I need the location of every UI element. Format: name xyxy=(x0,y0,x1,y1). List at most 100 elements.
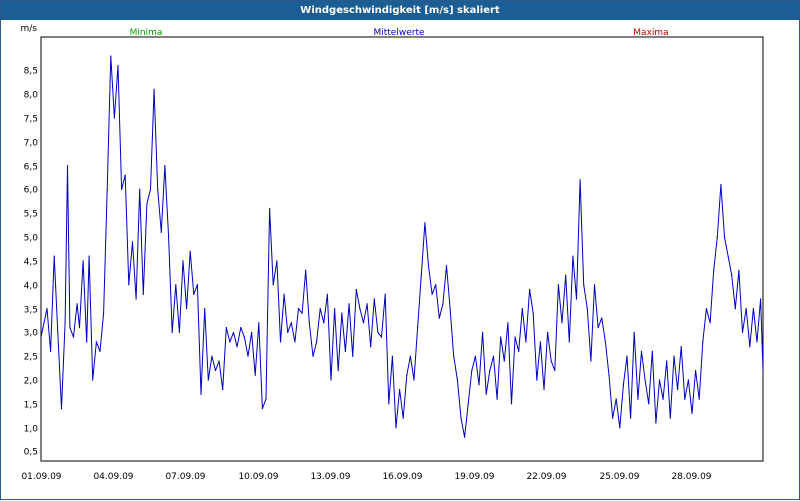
y-tick-label: 3,5 xyxy=(24,306,38,316)
data-point xyxy=(762,369,764,372)
data-point xyxy=(612,417,614,419)
data-point xyxy=(399,388,401,391)
data-point xyxy=(344,350,346,352)
data-point xyxy=(214,369,217,372)
data-point xyxy=(200,393,202,395)
data-point xyxy=(518,350,520,352)
data-point xyxy=(669,417,671,419)
x-tick-label: 01.09.09 xyxy=(21,472,61,482)
y-tick-label: 2,0 xyxy=(24,377,39,387)
data-point xyxy=(453,355,455,357)
data-point xyxy=(377,331,379,333)
data-point xyxy=(88,255,90,257)
data-point xyxy=(99,350,101,352)
data-point xyxy=(240,327,242,329)
data-point xyxy=(391,355,393,357)
data-point xyxy=(420,274,422,276)
data-point xyxy=(698,398,700,400)
data-point xyxy=(82,260,84,262)
data-point xyxy=(362,322,365,324)
data-point xyxy=(236,346,238,348)
data-point xyxy=(503,360,505,362)
data-point xyxy=(413,379,415,381)
data-point xyxy=(575,298,578,300)
data-point xyxy=(337,369,339,372)
data-point xyxy=(406,374,408,376)
data-point xyxy=(305,269,307,271)
data-point xyxy=(182,260,184,262)
data-point xyxy=(622,384,625,386)
data-point xyxy=(507,322,509,324)
data-point xyxy=(171,331,173,333)
data-point xyxy=(648,403,650,405)
data-point xyxy=(128,284,130,286)
legend-item-maxima: Maxima xyxy=(633,28,668,38)
x-tick-label: 16.09.09 xyxy=(382,472,422,482)
data-point xyxy=(113,117,115,119)
data-point xyxy=(684,398,686,400)
data-point xyxy=(442,303,444,305)
data-point xyxy=(445,265,448,267)
data-point xyxy=(427,265,430,267)
y-tick-label: 4,0 xyxy=(24,282,39,292)
data-point xyxy=(395,427,397,429)
data-point xyxy=(117,65,119,67)
y-tick-label: 4,5 xyxy=(24,258,38,268)
data-point xyxy=(265,398,267,400)
data-point xyxy=(222,388,224,391)
data-point xyxy=(301,312,303,314)
data-point xyxy=(716,236,718,238)
data-point xyxy=(723,236,726,238)
x-tick-label: 22.09.09 xyxy=(526,472,566,482)
y-tick-label: 5,5 xyxy=(24,210,38,220)
data-point xyxy=(121,188,123,190)
data-point xyxy=(276,260,278,262)
data-point xyxy=(243,336,245,338)
data-point xyxy=(731,274,733,276)
data-point xyxy=(539,341,542,343)
data-point xyxy=(435,284,437,286)
data-point xyxy=(597,327,599,329)
data-point xyxy=(760,298,762,300)
data-point xyxy=(608,374,610,376)
data-point xyxy=(352,355,354,357)
data-point xyxy=(677,388,679,391)
legend-item-minima: Minima xyxy=(130,28,163,38)
data-point xyxy=(142,293,144,295)
data-point xyxy=(78,327,81,329)
data-point xyxy=(370,346,372,348)
data-point xyxy=(536,379,538,381)
data-point xyxy=(626,355,628,357)
data-point xyxy=(727,255,729,257)
data-point xyxy=(196,284,198,286)
data-point xyxy=(655,422,657,424)
data-point xyxy=(449,308,451,310)
data-point xyxy=(279,341,282,343)
data-point xyxy=(550,360,552,362)
data-point xyxy=(691,412,693,414)
data-point xyxy=(586,308,588,310)
data-point xyxy=(547,331,549,333)
data-point xyxy=(135,298,137,300)
data-point xyxy=(341,312,343,314)
data-point xyxy=(355,288,357,291)
data-point xyxy=(103,312,105,314)
data-point xyxy=(146,203,148,205)
data-point xyxy=(60,408,63,410)
data-point xyxy=(66,165,69,167)
data-point xyxy=(590,360,592,362)
data-point xyxy=(193,293,195,295)
data-point xyxy=(106,188,108,190)
y-tick-label: 1,0 xyxy=(24,425,39,435)
data-point xyxy=(186,308,188,310)
data-point xyxy=(666,360,668,362)
data-point xyxy=(658,379,661,381)
data-point xyxy=(380,336,383,338)
y-tick-label: 0,5 xyxy=(24,448,38,458)
data-point xyxy=(211,355,213,357)
data-point xyxy=(651,350,653,352)
data-point xyxy=(319,308,321,310)
data-point xyxy=(709,322,711,324)
data-point xyxy=(485,393,487,395)
data-point xyxy=(500,336,502,338)
